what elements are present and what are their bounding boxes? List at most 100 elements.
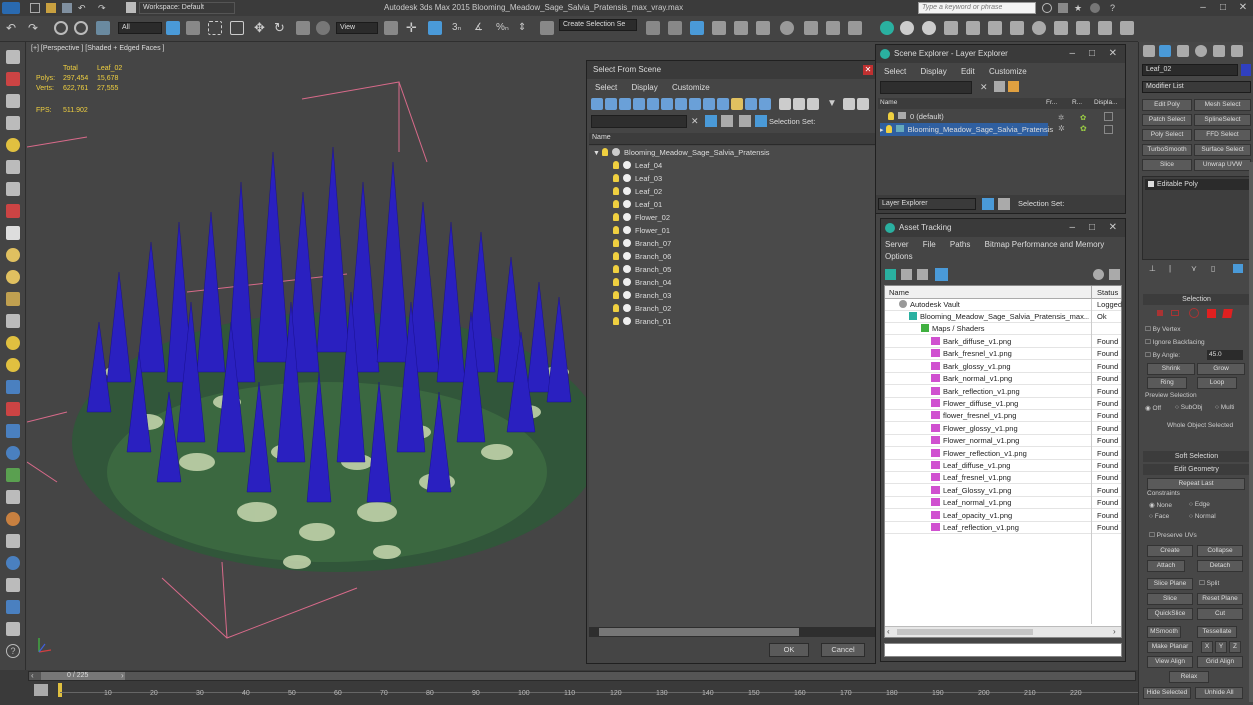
vray-object-icon[interactable] <box>6 600 20 614</box>
utilities-tab-icon[interactable] <box>1231 45 1243 57</box>
vray-light-icon[interactable] <box>900 21 914 35</box>
scene-object-row[interactable]: Leaf_02 <box>613 185 869 198</box>
modify-tab-icon[interactable] <box>1159 45 1171 57</box>
asset-row[interactable]: Bark_normal_v1.png Found <box>885 373 1121 386</box>
snaps-toggle-icon[interactable]: 3ₙ <box>452 21 466 35</box>
menu-display[interactable]: Display <box>920 67 946 76</box>
menu-select[interactable]: Select <box>884 67 906 76</box>
edit-poly-button[interactable]: Edit Poly <box>1142 99 1192 111</box>
light-icon[interactable] <box>6 336 20 350</box>
menu-options[interactable]: Options <box>885 252 913 261</box>
named-selection-sets-dropdown[interactable]: Create Selection Se <box>559 19 637 31</box>
slice-button[interactable]: Slice <box>1147 593 1193 605</box>
scale-icon[interactable] <box>296 21 310 35</box>
surface-select-button[interactable]: Surface Select <box>1194 144 1251 156</box>
rectangle-selection-icon[interactable] <box>208 21 222 35</box>
slice-button[interactable]: Slice <box>1142 159 1192 171</box>
layer-row-selected[interactable]: ▸ Blooming_Meadow_Sage_Salvia_Pratensis <box>880 123 1053 136</box>
help-icon[interactable]: ? <box>6 644 20 658</box>
loop-button[interactable]: Loop <box>1197 377 1237 389</box>
modify-icon[interactable] <box>6 72 20 86</box>
close-icon[interactable]: ✕ <box>1109 222 1117 233</box>
msmooth-button[interactable]: MSmooth <box>1147 626 1181 638</box>
layer-explorer-icon[interactable] <box>712 21 726 35</box>
freeze-icon[interactable]: ✲ <box>1058 111 1064 124</box>
asset-row[interactable]: Leaf_opacity_v1.png Found <box>885 510 1121 522</box>
detach-button[interactable]: Detach <box>1197 560 1243 572</box>
vray-proxy-icon[interactable] <box>966 21 980 35</box>
scrollbar-thumb[interactable] <box>599 628 799 636</box>
schematic-view-icon[interactable] <box>780 21 794 35</box>
preview-multi-radio[interactable]: ○ Multi <box>1215 404 1234 411</box>
motion-icon[interactable] <box>6 116 20 130</box>
cylinder-icon[interactable] <box>6 270 20 284</box>
list-view-icon[interactable] <box>901 269 912 280</box>
cloth-icon[interactable] <box>6 490 20 504</box>
menu-select[interactable]: Select <box>595 83 617 92</box>
hierarchy-toggle-icon[interactable] <box>843 98 855 110</box>
split-checkbox[interactable]: ☐ Split <box>1199 579 1219 587</box>
help-icon[interactable] <box>1093 269 1104 280</box>
ring-button[interactable]: Ring <box>1147 377 1187 389</box>
sort-icon[interactable] <box>807 98 819 110</box>
relax-button[interactable]: Relax <box>1169 671 1209 683</box>
spline-select-button[interactable]: SplineSelect <box>1194 114 1251 126</box>
preview-off-radio[interactable]: ◉ Off <box>1145 404 1161 412</box>
helpers-icon[interactable] <box>6 402 20 416</box>
angle-snap-icon[interactable]: ∡ <box>474 21 488 35</box>
menu-bitmap-performance[interactable]: Bitmap Performance and Memory <box>985 240 1105 249</box>
cut-button[interactable]: Cut <box>1197 608 1243 620</box>
rotate-icon[interactable]: ↻ <box>274 21 288 35</box>
display-containers-icon[interactable] <box>717 98 729 110</box>
angle-spinner[interactable]: 45.0 <box>1207 350 1243 360</box>
display-xrefs-icon[interactable] <box>689 98 701 110</box>
patch-select-button[interactable]: Patch Select <box>1142 114 1192 126</box>
table-view-icon[interactable] <box>935 268 948 281</box>
spinner-snap-icon[interactable]: ⇕ <box>518 21 532 35</box>
torus-icon[interactable] <box>6 292 20 306</box>
timeline-ruler[interactable] <box>60 692 1138 693</box>
constraint-face-radio[interactable]: ○ Face <box>1149 513 1169 520</box>
maximize-icon[interactable]: □ <box>1089 222 1095 233</box>
make-unique-icon[interactable]: ⋎ <box>1191 264 1197 273</box>
scene-object-row[interactable]: Leaf_04 <box>613 159 869 172</box>
menu-server[interactable]: Server <box>885 240 909 249</box>
menu-edit[interactable]: Edit <box>961 67 975 76</box>
element-icon[interactable] <box>1222 309 1233 318</box>
select-object-icon[interactable] <box>166 21 180 35</box>
scene-object-row[interactable]: Branch_07 <box>613 237 869 250</box>
display-geometry-icon[interactable] <box>591 98 603 110</box>
collapse-button[interactable]: Collapse <box>1197 545 1243 557</box>
display-all-icon[interactable] <box>759 98 771 110</box>
preserve-uvs-checkbox[interactable]: ☐ Preserve UVs <box>1149 531 1197 539</box>
maximize-icon[interactable]: □ <box>1089 48 1095 59</box>
asset-row[interactable]: Leaf_Glossy_v1.png Found <box>885 485 1121 497</box>
star-icon[interactable]: ★ <box>1074 3 1084 13</box>
move-icon[interactable]: ✥ <box>254 21 268 35</box>
find-wildcard-icon[interactable] <box>721 115 733 127</box>
asset-row[interactable]: Leaf_fresnel_v1.png Found <box>885 472 1121 485</box>
asset-row[interactable]: Flower_glossy_v1.png Found <box>885 423 1121 435</box>
view-align-button[interactable]: View Align <box>1147 656 1193 668</box>
vray-settings-icon[interactable] <box>1120 21 1134 35</box>
search-icon[interactable] <box>1042 3 1052 13</box>
vertex-icon[interactable] <box>1157 310 1163 316</box>
script-icon[interactable] <box>6 622 20 636</box>
name-column-header[interactable]: Name <box>589 133 875 145</box>
asset-path-field[interactable] <box>884 643 1122 657</box>
geometry-icon[interactable] <box>6 182 20 196</box>
turbosmooth-button[interactable]: TurboSmooth <box>1142 144 1192 156</box>
edit-named-selection-icon[interactable] <box>540 21 554 35</box>
render-icon[interactable] <box>6 534 20 548</box>
tessellate-button[interactable]: Tessellate <box>1197 626 1237 638</box>
menu-customize[interactable]: Customize <box>672 83 710 92</box>
hide-selected-button[interactable]: Hide Selected <box>1143 687 1191 699</box>
trackbar-icon[interactable] <box>34 684 48 696</box>
scene-explorer-icon[interactable] <box>690 21 704 35</box>
scene-object-row[interactable]: Branch_02 <box>613 302 869 315</box>
display-icon[interactable] <box>1104 125 1113 134</box>
menu-paths[interactable]: Paths <box>950 240 970 249</box>
by-vertex-checkbox[interactable]: ☐ By Vertex <box>1145 325 1180 333</box>
display-shapes-icon[interactable] <box>605 98 617 110</box>
constraint-edge-radio[interactable]: ○ Edge <box>1189 501 1210 508</box>
